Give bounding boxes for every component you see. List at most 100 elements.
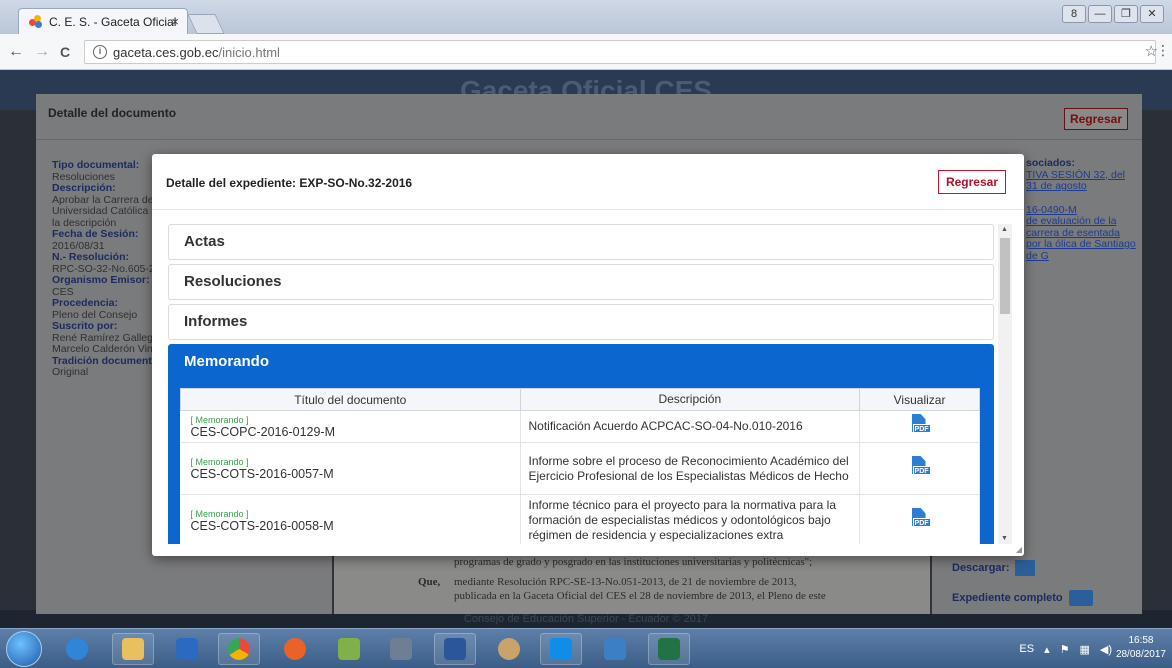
memorando-panel: Título del documento Descripción Visuali…: [168, 380, 994, 544]
document-title-cell: [ Memorando ] CES-COTS-2016-0057-M: [180, 442, 521, 495]
document-title-cell: [ Memorando ] CES-COTS-2016-0058-M: [180, 494, 521, 544]
ie-icon[interactable]: [56, 633, 98, 665]
language-indicator[interactable]: ES: [1019, 643, 1034, 656]
table-row: [ Memorando ] CES-COTS-2016-0057-M Infor…: [180, 442, 980, 495]
folder-icon[interactable]: [1068, 590, 1093, 606]
chrome-favicon-icon: [29, 14, 43, 29]
document-description: Informe sobre el proceso de Reconocimien…: [520, 442, 861, 495]
column-header-view: Visualizar: [859, 388, 980, 411]
tab-title: C. E. S. - Gaceta Oficial: [49, 14, 177, 29]
info-icon[interactable]: i: [93, 45, 107, 59]
view-cell: PDF: [859, 410, 980, 443]
flag-icon[interactable]: ⚑: [1060, 643, 1070, 656]
accordion-actas[interactable]: Actas: [168, 224, 994, 260]
download-pdf-icon[interactable]: [1015, 560, 1036, 576]
document-tag: [ Memorando ]: [190, 508, 249, 519]
clock[interactable]: 16:58 28/08/2017: [1116, 634, 1166, 662]
accordion-resoluciones[interactable]: Resoluciones: [168, 264, 994, 300]
network-icon[interactable]: ▦: [1079, 643, 1089, 656]
close-window-button[interactable]: ✕: [1140, 5, 1164, 23]
user-button[interactable]: 8: [1062, 5, 1086, 23]
pdf-icon[interactable]: PDF: [909, 508, 931, 530]
tray-expand-icon[interactable]: ▴: [1044, 643, 1050, 656]
related-documents: sociados: TIVA SESIÓN 32, del 31 de agos…: [1026, 157, 1136, 262]
download-row: Descargar:: [952, 560, 1036, 576]
system-tray: ES ▴ ⚑ ▦ ◀): [1019, 643, 1112, 656]
view-cell: PDF: [859, 494, 980, 544]
full-file-label[interactable]: Expediente completo: [952, 592, 1063, 604]
scrollbar-thumb[interactable]: [1000, 238, 1010, 314]
url-input[interactable]: i gaceta.ces.gob.ec/inicio.html: [84, 40, 1156, 64]
document-back-button[interactable]: Regresar: [1063, 108, 1128, 130]
modal-scrollbar[interactable]: ▲ ▼: [998, 224, 1012, 544]
document-tag: [ Memorando ]: [190, 456, 249, 467]
windows-taskbar: ES ▴ ⚑ ▦ ◀) 16:58 28/08/2017: [0, 628, 1172, 668]
document-code: CES-COPC-2016-0129-M: [190, 424, 336, 439]
modal-header: Detalle del expediente: EXP-SO-No.32-201…: [152, 154, 1024, 210]
minimize-button[interactable]: —: [1088, 5, 1112, 23]
modal-title: Detalle del expediente: EXP-SO-No.32-201…: [166, 176, 413, 190]
document-code: CES-COTS-2016-0057-M: [190, 466, 334, 481]
expediente-modal: Detalle del expediente: EXP-SO-No.32-201…: [152, 154, 1024, 556]
document-tag: [ Memorando ]: [190, 414, 249, 425]
documents-table: Título del documento Descripción Visuali…: [180, 388, 980, 544]
document-detail-title: Detalle del documento: [48, 106, 177, 120]
remote-desktop-icon[interactable]: [594, 633, 636, 665]
accordion-informes[interactable]: Informes: [168, 304, 994, 340]
menu-icon[interactable]: ⋮: [1156, 42, 1170, 59]
address-bar: ← → C i gaceta.ces.gob.ec/inicio.html ☆ …: [0, 34, 1172, 70]
table-header-row: Título del documento Descripción Visuali…: [180, 388, 980, 411]
pdf-icon[interactable]: PDF: [909, 456, 931, 478]
related-label: sociados:: [1026, 157, 1076, 169]
view-cell: PDF: [859, 442, 980, 495]
maximize-button[interactable]: ❐: [1114, 5, 1138, 23]
back-arrow-icon[interactable]: ←: [8, 43, 24, 61]
browser-titlebar: C. E. S. - Gaceta Oficial × 8 — ❐ ✕: [0, 0, 1172, 34]
accordion-memorando[interactable]: Memorando: [168, 344, 994, 380]
modal-body: Actas Resoluciones Informes Memorando Tí…: [168, 224, 994, 544]
document-description: Notificación Acuerdo ACPCAC-SO-04-No.010…: [520, 410, 861, 443]
pdf-icon[interactable]: PDF: [909, 414, 931, 436]
forward-arrow-icon[interactable]: →: [34, 43, 50, 61]
download-label: Descargar:: [952, 561, 1010, 574]
document-code: CES-COTS-2016-0058-M: [190, 518, 334, 533]
firefox-icon[interactable]: [274, 633, 316, 665]
tab-close-icon[interactable]: ×: [171, 14, 179, 29]
clock-time: 16:58: [1128, 635, 1154, 646]
document-description: Informe técnico para el proyecto para la…: [520, 494, 861, 544]
new-tab-button[interactable]: [187, 14, 225, 34]
document-title-cell: [ Memorando ] CES-COPC-2016-0129-M: [180, 410, 521, 443]
explorer-icon[interactable]: [112, 633, 154, 665]
pdf-text-line: mediante Resolución RPC-SE-13-No.051-201…: [454, 576, 797, 588]
related-link[interactable]: de evaluación de la carrera de esentada …: [1026, 215, 1136, 262]
word-icon[interactable]: [434, 633, 476, 665]
reload-icon[interactable]: C: [60, 44, 70, 60]
scroll-down-icon[interactable]: ▼: [1001, 535, 1008, 542]
column-header-description: Descripción: [519, 388, 861, 411]
teamviewer-icon[interactable]: [540, 633, 582, 665]
table-row: [ Memorando ] CES-COPC-2016-0129-M Notif…: [180, 410, 980, 443]
window-controls: 8 — ❐ ✕: [1062, 5, 1164, 23]
url-path: /inicio.html: [218, 44, 280, 60]
document-detail-header: Detalle del documento Regresar: [36, 94, 1142, 140]
related-link[interactable]: TIVA SESIÓN 32, del 31 de agosto: [1026, 169, 1136, 193]
url-host: gaceta.ces.gob.ec: [113, 44, 219, 60]
outlook-icon[interactable]: [166, 633, 208, 665]
pdf-que-label: Que,: [418, 576, 441, 588]
volume-icon[interactable]: ◀): [1100, 643, 1112, 656]
paint-tool-icon[interactable]: [328, 633, 370, 665]
calculator-icon[interactable]: [380, 633, 422, 665]
paint-icon[interactable]: [488, 633, 530, 665]
resize-grip-icon[interactable]: ◢: [1016, 545, 1022, 554]
chrome-icon[interactable]: [218, 633, 260, 665]
table-row: [ Memorando ] CES-COTS-2016-0058-M Infor…: [180, 494, 980, 544]
full-file-row: Expediente completo: [952, 590, 1093, 606]
column-header-title: Título del documento: [180, 388, 521, 411]
scroll-up-icon[interactable]: ▲: [1001, 226, 1008, 233]
start-button[interactable]: [6, 631, 42, 667]
modal-back-button[interactable]: Regresar: [937, 170, 1006, 194]
pdf-text-line: programas de grado y posgrado en las ins…: [454, 556, 813, 568]
browser-tab[interactable]: C. E. S. - Gaceta Oficial ×: [18, 8, 188, 34]
pdf-preview: programas de grado y posgrado en las ins…: [332, 550, 932, 614]
excel-icon[interactable]: [648, 633, 690, 665]
